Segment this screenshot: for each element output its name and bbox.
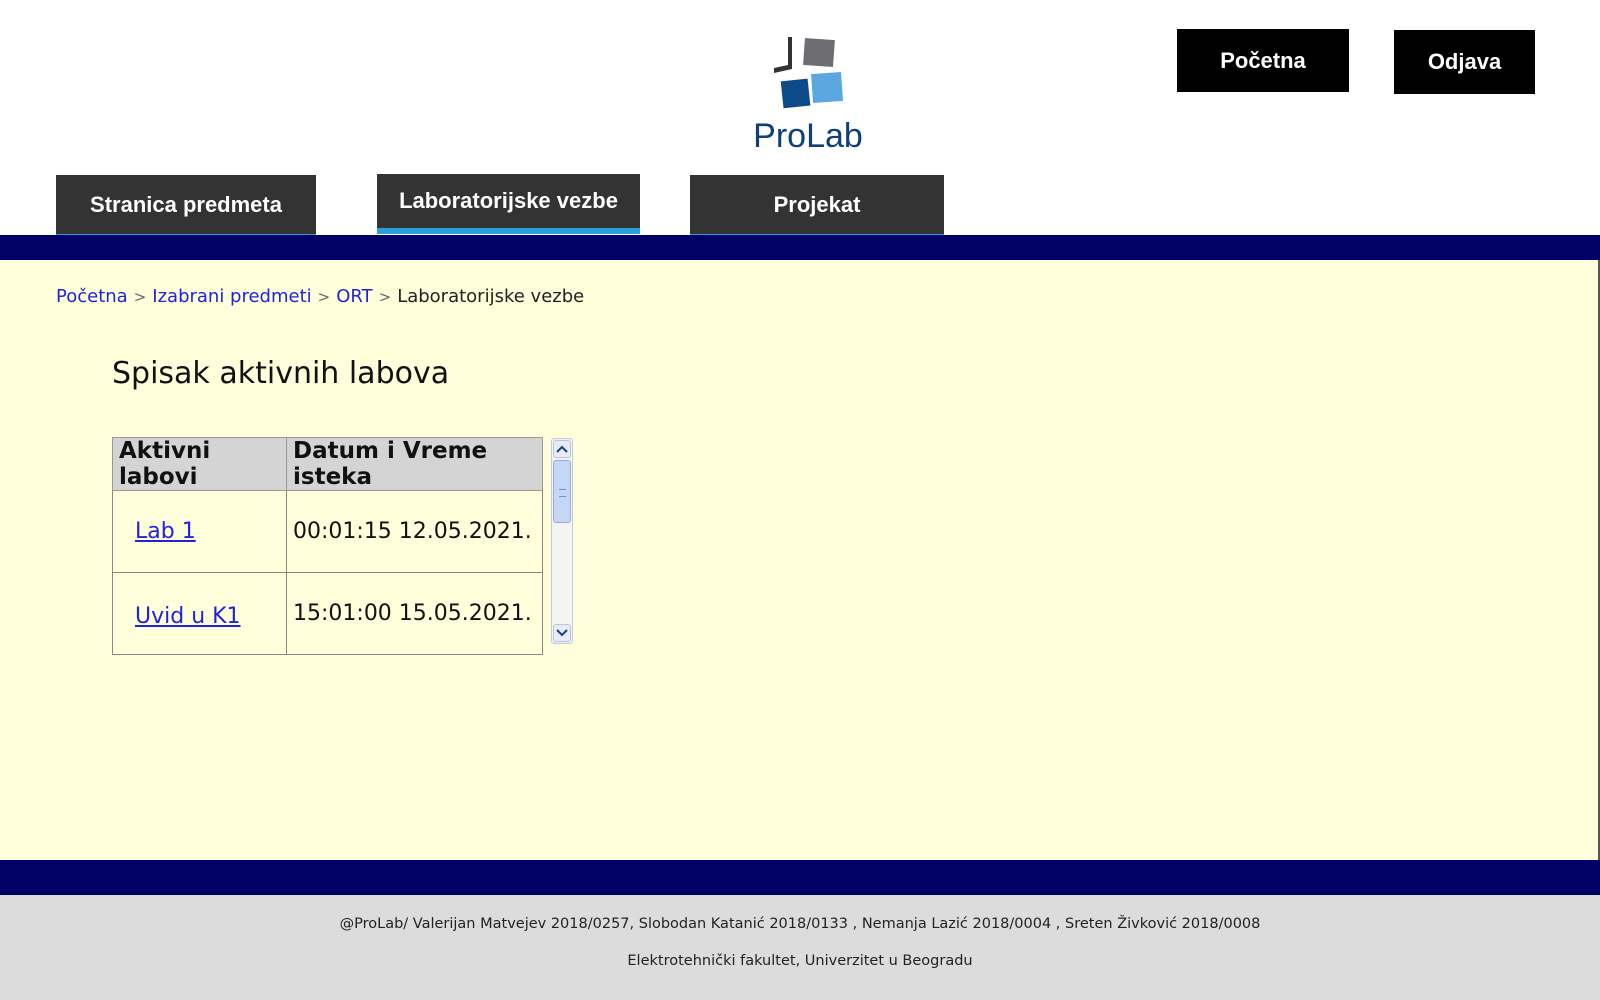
- tab-lab-exercises[interactable]: Laboratorijske vezbe: [377, 174, 640, 234]
- lab-link[interactable]: Lab 1: [119, 519, 196, 544]
- tab-course-page[interactable]: Stranica predmeta: [56, 175, 316, 235]
- prolab-logo: ProLab: [748, 33, 868, 158]
- breadcrumb-ort-link[interactable]: ORT: [336, 286, 372, 307]
- scrollbar-thumb[interactable]: [553, 460, 571, 523]
- table-row: Lab 1 00:01:15 12.05.2021.: [112, 490, 543, 573]
- footer: @ProLab/ Valerijan Matvejev 2018/0257, S…: [0, 895, 1600, 1000]
- logo-text: ProLab: [753, 117, 863, 155]
- table-scrollbar[interactable]: [551, 438, 573, 644]
- active-labs-table: Aktivni labovi Datum i Vreme isteka Lab …: [112, 437, 543, 655]
- chevron-down-icon[interactable]: [553, 624, 571, 642]
- breadcrumb-separator: >: [317, 288, 331, 306]
- logo-squares-icon: [774, 37, 844, 109]
- lab-name-cell: Uvid u K1: [112, 572, 287, 655]
- footer-credits: @ProLab/ Valerijan Matvejev 2018/0257, S…: [339, 916, 1261, 932]
- breadcrumb-current: Laboratorijske vezbe: [397, 286, 585, 307]
- lab-name-cell: Lab 1: [112, 490, 287, 573]
- nav-divider-bar: [0, 235, 1600, 260]
- breadcrumb-selected-courses-link[interactable]: Izabrani predmeti: [152, 286, 311, 307]
- page-title: Spisak aktivnih labova: [112, 356, 450, 391]
- column-header-deadline: Datum i Vreme isteka: [286, 437, 543, 491]
- table-header-row: Aktivni labovi Datum i Vreme isteka: [112, 437, 543, 491]
- footer-divider-bar: [0, 860, 1600, 895]
- table-row: Uvid u K1 15:01:00 15.05.2021.: [112, 572, 543, 655]
- deadline-cell: 00:01:15 12.05.2021.: [286, 490, 543, 573]
- logout-button[interactable]: Odjava: [1394, 30, 1535, 94]
- chevron-up-icon[interactable]: [553, 440, 571, 458]
- footer-institution: Elektrotehnički fakultet, Univerzitet u …: [627, 953, 973, 969]
- lab-link[interactable]: Uvid u K1: [119, 604, 241, 629]
- column-header-active-labs: Aktivni labovi: [112, 437, 287, 491]
- breadcrumb-home-link[interactable]: Početna: [56, 286, 128, 307]
- main-content: Početna > Izabrani predmeti > ORT > Laboratori…: [0, 260, 1600, 860]
- tab-project[interactable]: Projekat: [690, 175, 944, 235]
- breadcrumb: Početna > Izabrani predmeti > ORT > Laboratori…: [56, 286, 584, 307]
- home-button[interactable]: Početna: [1177, 29, 1349, 92]
- deadline-cell: 15:01:00 15.05.2021.: [286, 572, 543, 655]
- breadcrumb-separator: >: [133, 288, 147, 306]
- breadcrumb-separator: >: [378, 288, 392, 306]
- active-labs-table-container: Aktivni labovi Datum i Vreme isteka Lab …: [112, 437, 543, 655]
